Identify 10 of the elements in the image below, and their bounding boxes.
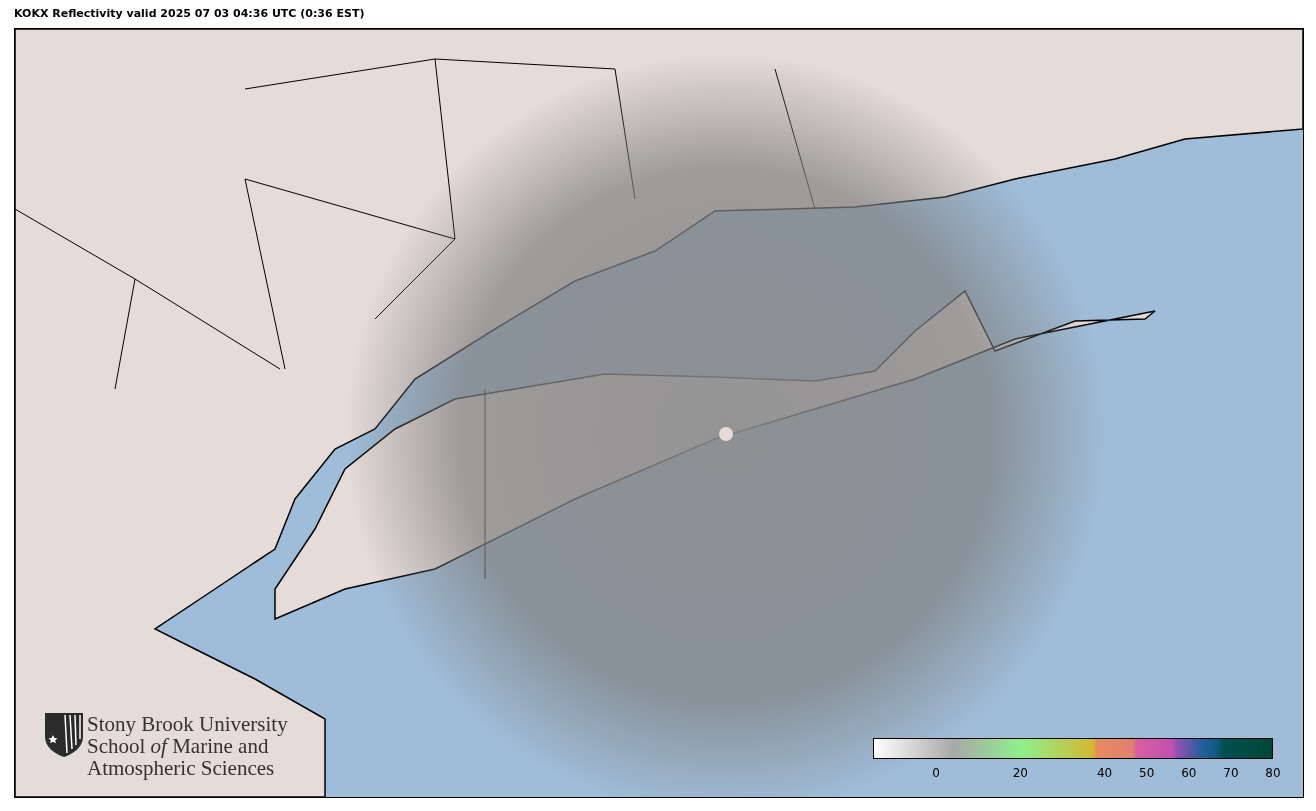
institution-logo-text: Stony Brook University School of Marine and Atmospheric Sciences [87,713,288,779]
colorbar-tick-label: 20 [1012,765,1028,782]
colorbar-tick-label: 80 [1265,765,1281,782]
colorbar-tick-label: 70 [1223,765,1239,782]
shield-icon [45,713,83,757]
colorbar-tick-label: 40 [1096,765,1113,782]
chart-title: KOKX Reflectivity valid 2025 07 03 04:36 UTC (0:36 EST) [14,5,365,22]
colorbar-tick-label: 60 [1181,765,1197,782]
colorbar-tick-label: 0 [932,765,940,782]
colorbar-tick-label: 50 [1139,765,1155,782]
